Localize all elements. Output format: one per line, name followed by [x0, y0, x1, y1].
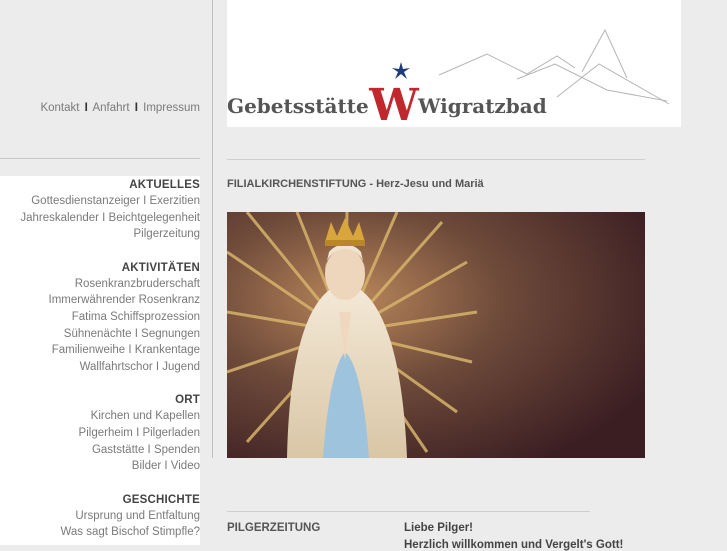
nav-item[interactable]: Wallfahrtschor I Jugend: [0, 359, 200, 376]
photo-image: [227, 212, 645, 458]
divider: [227, 159, 645, 160]
banner-name-right: Wigratzbad: [418, 94, 547, 118]
divider: [0, 158, 200, 159]
vertical-divider: [212, 0, 213, 458]
nav-item[interactable]: Rosenkranzbruderschaft: [0, 276, 200, 293]
site-banner[interactable]: Gebetsstätte W Wigratzbad: [227, 0, 681, 127]
nav-item[interactable]: Was sagt Bischof Stimpfle?: [0, 524, 200, 541]
star-icon: [392, 62, 410, 79]
nav-item[interactable]: Ursprung und Entfaltung: [0, 508, 200, 525]
top-links: Kontakt I Anfahrt I Impressum: [40, 102, 200, 114]
nav-item[interactable]: Kirchen und Kapellen: [0, 408, 200, 425]
link-impressum[interactable]: Impressum: [143, 102, 200, 114]
banner-name-left: Gebetsstätte: [227, 94, 369, 118]
nav-item[interactable]: Jahreskalender I Beichtgelegenheit: [0, 210, 200, 227]
wigratzbad-logo: W: [368, 62, 419, 122]
nav-item[interactable]: Fatima Schiffsprozession: [0, 309, 200, 326]
section-label: PILGERZEITUNG: [227, 522, 321, 534]
nav-item[interactable]: Gottesdienstanzeiger I Exerzitien: [0, 193, 200, 210]
nav-group-aktuelles: AKTUELLES Gottesdienstanzeiger I Exerzit…: [0, 177, 200, 243]
greeting-text: Liebe Pilger!: [404, 522, 474, 534]
nav-item[interactable]: Pilgerheim I Pilgerladen: [0, 425, 200, 442]
link-kontakt[interactable]: Kontakt: [40, 102, 79, 114]
nav-heading-ort[interactable]: ORT: [0, 392, 200, 408]
nav-item[interactable]: Bilder I Video: [0, 458, 200, 475]
separator: I: [84, 102, 88, 114]
nav-item[interactable]: Familienweihe I Krankentage: [0, 342, 200, 359]
nav-item[interactable]: Gaststätte I Spenden: [0, 442, 200, 459]
nav-item[interactable]: Sühnenächte I Segnungen: [0, 326, 200, 343]
madonna-photo: [227, 212, 645, 458]
nav-heading-geschichte[interactable]: GESCHICHTE: [0, 492, 200, 508]
nav-group-aktivitaeten: AKTIVITÄTEN Rosenkranzbruderschaft Immer…: [0, 260, 200, 376]
nav-item[interactable]: Pilgerzeitung: [0, 226, 200, 243]
nav-group-ort: ORT Kirchen und Kapellen Pilgerheim I Pi…: [0, 392, 200, 474]
page-title: FILIALKIRCHENSTIFTUNG - Herz-Jesu und Ma…: [227, 178, 484, 190]
nav-heading-aktivitaeten[interactable]: AKTIVITÄTEN: [0, 260, 200, 276]
nav-group-geschichte: GESCHICHTE Ursprung und Entfaltung Was s…: [0, 492, 200, 541]
nav-heading-aktuelles[interactable]: AKTUELLES: [0, 177, 200, 193]
separator: I: [134, 102, 138, 114]
sidebar-nav: AKTUELLES Gottesdienstanzeiger I Exerzit…: [0, 176, 200, 545]
logo-letter: W: [368, 80, 419, 122]
nav-item[interactable]: Immerwährender Rosenkranz: [0, 292, 200, 309]
divider: [227, 511, 590, 512]
greeting-text-2: Herzlich willkommen und Vergelt's Gott!: [404, 539, 624, 551]
link-anfahrt[interactable]: Anfahrt: [92, 102, 129, 114]
